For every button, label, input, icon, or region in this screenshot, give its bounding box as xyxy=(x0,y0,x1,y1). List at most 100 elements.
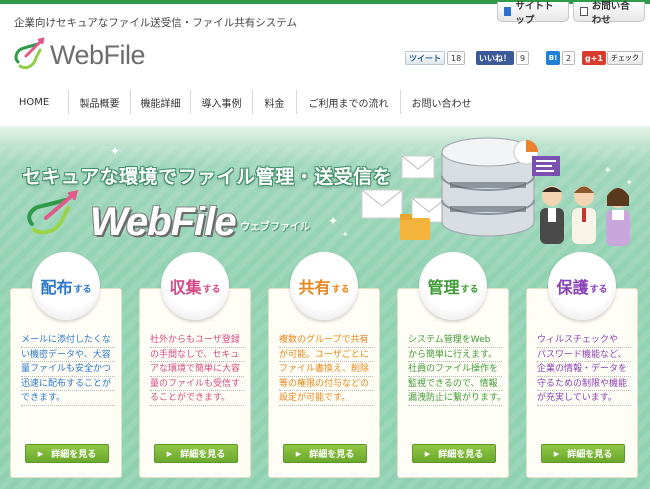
feature-text-line: が可能。ユーザごとに xyxy=(279,348,373,363)
contact-top-label: お問い合わせ xyxy=(591,0,630,26)
person-icon xyxy=(540,186,564,244)
detail-button-label: 詳細を見る xyxy=(309,450,355,460)
feature-title-protect: 保護 する xyxy=(548,252,616,320)
feature-text-line: メールに添付したくな xyxy=(21,333,115,348)
detail-button-label: 詳細を見る xyxy=(567,450,613,460)
detail-button-label: 詳細を見る xyxy=(180,450,226,460)
detail-button-label: 詳細を見る xyxy=(438,450,484,460)
tweet-count: 18 xyxy=(447,51,466,65)
hero-logo-reading: ウェブファイル xyxy=(240,222,310,233)
hatena-widget[interactable]: B! 2 xyxy=(546,51,576,65)
arrow-right-icon: ▶ xyxy=(553,449,560,458)
nav-pricing[interactable]: 料金 xyxy=(252,90,296,114)
site-top-label: サイトトップ xyxy=(515,0,554,26)
person-icon xyxy=(606,188,630,246)
feature-text-line: 企業の情報・データを xyxy=(537,362,631,377)
feature-text-line: ファイル書換え、削除 xyxy=(279,362,373,377)
sparkle-icon: ✦ xyxy=(342,230,349,239)
mixi-check-widget[interactable]: チェック xyxy=(607,51,643,65)
sparkle-icon: ✦ xyxy=(328,214,339,228)
site-tagline: 企業向けセキュアなファイル送受信・ファイル共有システム xyxy=(14,17,297,29)
feature-text-line: い機密データや、大容 xyxy=(21,348,115,363)
hatena-count: 2 xyxy=(562,51,576,65)
feature-text-line: 漏洩防止に繋がります。 xyxy=(408,391,502,406)
gplus-button[interactable]: g+1 xyxy=(582,51,606,65)
document-graphic xyxy=(532,156,560,176)
feature-text-line: 守るための制限や機能 xyxy=(537,377,631,392)
nav-flow[interactable]: ご利用までの流れ xyxy=(296,90,400,114)
sitemap-icon xyxy=(504,7,512,16)
hero-banner: セキュアな環境でファイル管理・送受信を WebFile ウェブファイル ✦ ✦ … xyxy=(0,126,650,489)
detail-button-distribute[interactable]: ▶ 詳細を見る xyxy=(25,444,109,463)
feature-text-line: 等の権限の付与などの xyxy=(279,377,373,392)
nav-home[interactable]: HOME xyxy=(0,90,68,114)
detail-button-manage[interactable]: ▶ 詳細を見る xyxy=(412,444,496,463)
feature-title-collect: 収集 する xyxy=(161,252,229,320)
logo-text[interactable]: WebFile xyxy=(50,40,146,71)
detail-button-label: 詳細を見る xyxy=(51,450,97,460)
nav-features[interactable]: 機能詳細 xyxy=(130,90,190,114)
paperclip-logo-icon xyxy=(14,37,45,70)
gplus-widget[interactable]: g+1 xyxy=(582,51,606,65)
feature-title: 保護 xyxy=(556,278,589,297)
hero-logo-text: WebFile xyxy=(90,200,237,244)
feature-title-suffix: する xyxy=(331,284,350,295)
feature-text-line: 設定が可能です。 xyxy=(279,391,373,406)
arrow-right-icon: ▶ xyxy=(295,449,302,458)
feature-description: システム管理をWeb から簡単に行えます。 社員のファイル操作を 監視できるので… xyxy=(408,333,502,406)
feature-description: 複数のグループで共有 が可能。ユーザごとに ファイル書換え、削除 等の権限の付与… xyxy=(279,333,373,406)
feature-text-line: の手間なしで、セキュ xyxy=(150,348,244,363)
envelope-icon xyxy=(361,189,403,219)
detail-button-collect[interactable]: ▶ 詳細を見る xyxy=(154,444,238,463)
feature-text-line: 監視できるので、情報 xyxy=(408,377,502,392)
feature-description: 社外からもユーザ登録 の手間なしで、セキュ アな環境で簡単に大容 量のファイルも… xyxy=(150,333,244,406)
feature-text-line: 複数のグループで共有 xyxy=(279,333,373,348)
feature-text-line: ウィルスチェックや xyxy=(537,333,631,348)
sparkle-icon: ✦ xyxy=(110,144,121,158)
tweet-widget[interactable]: ツイート 18 xyxy=(405,51,466,65)
feature-text-line: パスワード機能など、 xyxy=(537,348,631,363)
feature-text-line: 量のファイルも受信す xyxy=(150,377,244,392)
person-icon xyxy=(572,186,596,244)
feature-title-suffix: する xyxy=(202,284,221,295)
detail-button-protect[interactable]: ▶ 詳細を見る xyxy=(541,444,625,463)
arrow-right-icon: ▶ xyxy=(166,449,173,458)
feature-title: 共有 xyxy=(298,278,331,297)
feature-title-share: 共有 する xyxy=(290,252,358,320)
feature-text-line: 迅速に配布することが xyxy=(21,377,115,392)
feature-text-line: システム管理をWeb xyxy=(408,333,502,348)
detail-button-share[interactable]: ▶ 詳細を見る xyxy=(283,444,367,463)
tweet-button[interactable]: ツイート xyxy=(405,51,445,65)
feature-text-line: アな環境で簡単に大容 xyxy=(150,362,244,377)
hero-headline: セキュアな環境でファイル管理・送受信を xyxy=(22,166,393,188)
feature-title-distribute: 配布 する xyxy=(32,252,100,320)
feature-text-line: 社外からもユーザ登録 xyxy=(150,333,244,348)
feature-text-line: 社員のファイル操作を xyxy=(408,362,502,377)
feature-title-suffix: する xyxy=(73,284,92,295)
feature-title: 管理 xyxy=(427,278,460,297)
site-top-button[interactable]: サイトトップ xyxy=(497,1,569,26)
nav-case-studies[interactable]: 導入事例 xyxy=(190,90,252,114)
feature-description: ウィルスチェックや パスワード機能など、 企業の情報・データを 守るための制限や… xyxy=(537,333,631,406)
facebook-like-widget[interactable]: いいね！ 9 xyxy=(476,51,530,65)
feature-text-line: できます。 xyxy=(21,391,115,406)
feature-title-suffix: する xyxy=(460,284,479,295)
feature-description: メールに添付したくな い機密データや、大容 量ファイルも安全かつ 迅速に配布する… xyxy=(21,333,115,406)
envelope-icon xyxy=(401,155,435,179)
nav-product-overview[interactable]: 製品概要 xyxy=(68,90,130,114)
check-button[interactable]: チェック xyxy=(607,51,643,65)
global-nav: HOME 製品概要 機能詳細 導入事例 料金 ご利用までの流れ お問い合わせ xyxy=(0,90,650,114)
arrow-right-icon: ▶ xyxy=(37,449,44,458)
arrow-right-icon: ▶ xyxy=(424,449,431,458)
hero-illustration xyxy=(361,137,630,246)
hatena-bookmark-button[interactable]: B! xyxy=(546,51,560,65)
feature-text-line: ることができます。 xyxy=(150,391,244,406)
contact-top-button[interactable]: お問い合わせ xyxy=(573,1,645,26)
feature-text-line: から簡単に行えます。 xyxy=(408,348,502,363)
facebook-like-button[interactable]: いいね！ xyxy=(476,51,514,65)
feature-title-manage: 管理 する xyxy=(419,252,487,320)
feature-title: 収集 xyxy=(169,278,202,297)
feature-text-line: が充実しています。 xyxy=(537,391,631,406)
nav-contact[interactable]: お問い合わせ xyxy=(400,90,482,114)
mail-icon xyxy=(580,7,588,16)
